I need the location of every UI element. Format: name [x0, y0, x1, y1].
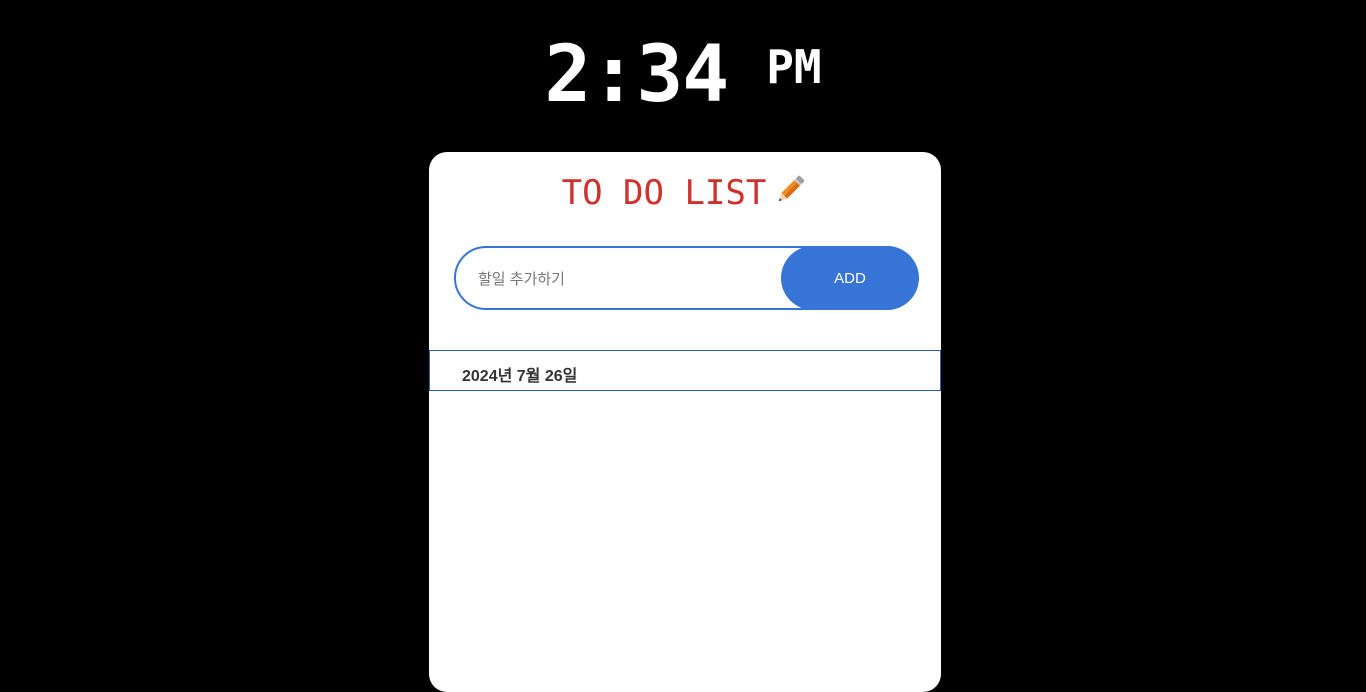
clock-time: 2:34: [544, 30, 729, 120]
pencil-icon: [772, 172, 808, 217]
page-title: TO DO LIST: [429, 172, 941, 217]
date-label: 2024년 7월 26일: [462, 368, 578, 385]
clock-ampm: PM: [766, 40, 822, 94]
add-button[interactable]: ADD: [781, 246, 919, 310]
todo-card: TO DO LIST ADD 2024년 7월 26일: [429, 152, 941, 692]
date-header: 2024년 7월 26일: [429, 350, 941, 391]
todo-input[interactable]: [476, 260, 780, 298]
title-text: TO DO LIST: [561, 173, 767, 213]
todo-list: [429, 392, 941, 682]
clock-hours: 2: [544, 30, 591, 120]
clock: 2:34 PM: [0, 30, 1366, 120]
clock-minutes: 34: [636, 30, 729, 120]
